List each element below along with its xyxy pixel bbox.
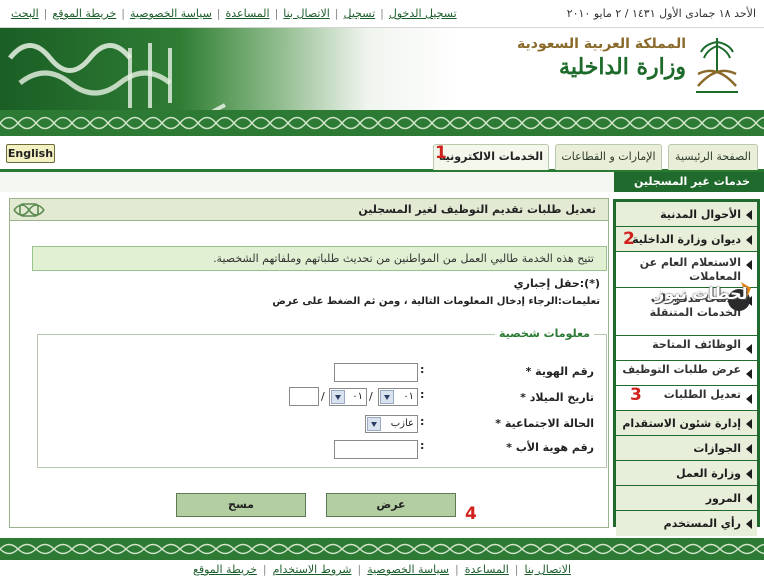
birth-day-select[interactable]: ٠١ bbox=[378, 388, 418, 406]
colon-separator: : bbox=[420, 415, 425, 428]
watermark: لحظات نيوز bbox=[655, 278, 755, 320]
tab-emirates-sectors[interactable]: الإمارات و القطاعات bbox=[555, 144, 662, 170]
watermark-text: لحظات نيوز bbox=[655, 284, 748, 303]
required-field-note: (*):حقل إجباري bbox=[513, 277, 600, 290]
footer-ornament-band bbox=[0, 538, 764, 560]
id-number-input[interactable] bbox=[334, 363, 418, 382]
colon-separator: : bbox=[420, 363, 425, 376]
arrow-left-icon bbox=[746, 344, 752, 354]
main-navigation: الصفحة الرئيسية الإمارات و القطاعات الخد… bbox=[0, 136, 764, 172]
personal-info-fieldset: معلومات شخصية رقم الهوية * : تاريخ الميل… bbox=[37, 327, 607, 468]
arrow-left-icon bbox=[746, 469, 752, 479]
ministry-name: وزارة الداخلية bbox=[559, 54, 686, 80]
birth-month-select[interactable]: ٠١ bbox=[329, 388, 367, 406]
arrow-left-icon bbox=[746, 519, 752, 529]
step-marker-3: 3 bbox=[630, 385, 642, 405]
birth-date-label: تاريخ الميلاد * bbox=[520, 391, 594, 404]
top-links: تسجيل الدخول | تسجيل | الاتصال بنا | المساع… bbox=[6, 7, 462, 20]
help-link[interactable]: المساعدة bbox=[221, 7, 275, 20]
arrow-left-icon bbox=[746, 494, 752, 504]
english-language-button[interactable]: English bbox=[6, 144, 55, 163]
sidebar-item-traffic[interactable]: المرور bbox=[616, 486, 757, 511]
sidebar-item-civil-affairs[interactable]: الأحوال المدنية bbox=[616, 202, 757, 227]
search-link[interactable]: البحث bbox=[6, 7, 44, 20]
sidebar-menu: الأحوال المدنية ديوان وزارة الداخلية الا… bbox=[613, 199, 760, 536]
birth-year-input[interactable] bbox=[289, 387, 319, 406]
footer-privacy-link[interactable]: سياسة الخصوصية bbox=[361, 563, 455, 583]
id-number-label: رقم الهوية * bbox=[525, 365, 594, 378]
arrow-left-icon bbox=[746, 235, 752, 245]
main-panel: تعديل طلبات تقديم التوظيف لغير المسجلين … bbox=[9, 198, 609, 528]
instructions-text: تعليمات:الرجاء إدخال المعلومات التالية ،… bbox=[272, 296, 600, 307]
tab-home[interactable]: الصفحة الرئيسية bbox=[668, 144, 758, 170]
privacy-link[interactable]: سياسة الخصوصية bbox=[125, 7, 217, 20]
clear-button[interactable]: مسح bbox=[176, 493, 306, 517]
sidebar-item-recruitment[interactable]: إدارة شئون الاستقدام bbox=[616, 411, 757, 436]
arrow-left-icon bbox=[746, 210, 752, 220]
top-links-bar: الأحد ١٨ جمادى الأول ١٤٣١ / ٢ مايو ٢٠١٠ … bbox=[0, 0, 764, 28]
sidebar-item-view-applications[interactable]: عرض طلبات التوظيف bbox=[616, 361, 757, 386]
step-marker-2: 2 bbox=[623, 229, 635, 249]
section-label: خدمات غير المسجلين bbox=[614, 172, 764, 192]
footer-sitemap-link[interactable]: خريطة الموقع bbox=[187, 563, 263, 583]
sidebar-item-labor-ministry[interactable]: وزارة العمل bbox=[616, 461, 757, 486]
sidebar-item-ministry-diwan[interactable]: ديوان وزارة الداخلية bbox=[616, 227, 757, 252]
marital-status-select[interactable]: عازب bbox=[365, 415, 418, 433]
arrow-left-icon bbox=[746, 260, 752, 270]
footer-terms-link[interactable]: شروط الاستخدام bbox=[267, 563, 358, 583]
current-date: الأحد ١٨ جمادى الأول ١٤٣١ / ٢ مايو ٢٠١٠ bbox=[566, 7, 756, 20]
father-id-input[interactable] bbox=[334, 440, 418, 459]
login-link[interactable]: تسجيل الدخول bbox=[384, 7, 462, 20]
date-separator: / bbox=[321, 390, 325, 403]
sidebar-item-passports[interactable]: الجوازات bbox=[616, 436, 757, 461]
footer-links: الاتصال بنا | المساعدة | سياسة الخصوصية | ش… bbox=[0, 563, 764, 583]
sitemap-link[interactable]: خريطة الموقع bbox=[47, 7, 121, 20]
colon-separator: : bbox=[420, 439, 425, 452]
footer-help-link[interactable]: المساعدة bbox=[459, 563, 515, 583]
header-banner: المملكة العربية السعودية وزارة الداخلية bbox=[0, 28, 764, 136]
arrow-left-icon bbox=[746, 394, 752, 404]
tab-e-services[interactable]: الخدمات الالكترونية bbox=[433, 144, 549, 170]
sidebar-item-available-jobs[interactable]: الوظائف المتاحة bbox=[616, 336, 757, 361]
kingdom-name: المملكة العربية السعودية bbox=[517, 36, 686, 52]
chevron-down-icon bbox=[331, 390, 345, 404]
palm-swords-emblem-icon bbox=[696, 38, 738, 93]
chevron-down-icon bbox=[367, 417, 381, 431]
sidebar-item-user-opinion[interactable]: رأي المستخدم bbox=[616, 511, 757, 536]
chevron-down-icon bbox=[380, 390, 394, 404]
panel-title: تعديل طلبات تقديم التوظيف لغير المسجلين bbox=[358, 203, 596, 216]
father-id-label: رقم هوية الأب * bbox=[506, 441, 594, 454]
panel-header: تعديل طلبات تقديم التوظيف لغير المسجلين bbox=[10, 199, 608, 221]
ministry-title: المملكة العربية السعودية وزارة الداخلية bbox=[517, 36, 686, 80]
register-link[interactable]: تسجيل bbox=[339, 7, 381, 20]
step-marker-4: 4 bbox=[465, 504, 477, 524]
arrow-left-icon bbox=[746, 419, 752, 429]
arrow-left-icon bbox=[746, 444, 752, 454]
step-marker-1: 1 bbox=[435, 143, 447, 163]
marital-status-label: الحالة الاجتماعية * bbox=[495, 417, 594, 430]
info-notice: تتيح هذه الخدمة طالبي العمل من المواطنين… bbox=[32, 246, 607, 271]
arrow-left-icon bbox=[746, 369, 752, 379]
show-button[interactable]: عرض bbox=[326, 493, 456, 517]
footer-contact-link[interactable]: الاتصال بنا bbox=[519, 563, 578, 583]
fieldset-title: معلومات شخصية bbox=[495, 327, 594, 340]
colon-separator: : bbox=[420, 388, 425, 401]
contact-link[interactable]: الاتصال بنا bbox=[278, 7, 335, 20]
knot-ornament-icon bbox=[13, 203, 45, 217]
ornament-band bbox=[0, 110, 764, 136]
section-bar: خدمات غير المسجلين bbox=[0, 172, 764, 192]
date-separator: / bbox=[369, 390, 373, 403]
